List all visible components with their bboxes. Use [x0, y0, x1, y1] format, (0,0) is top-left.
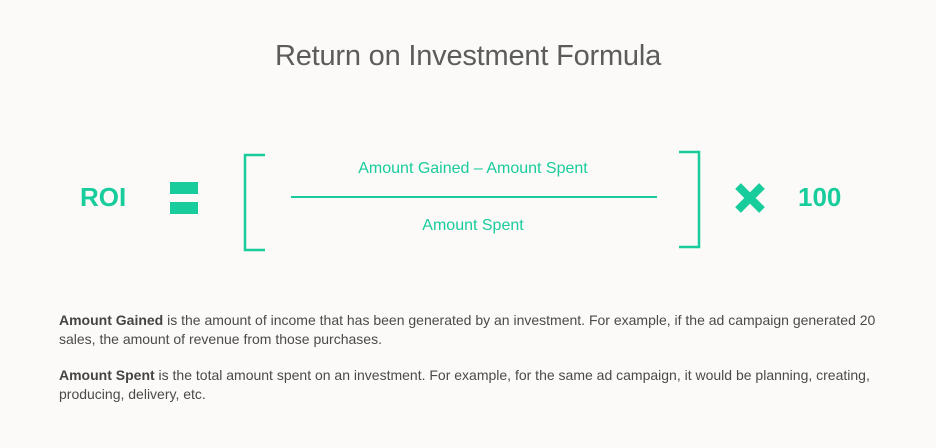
- definitions: Amount Gained is the amount of income th…: [59, 311, 879, 421]
- formula-brackets: [243, 150, 701, 252]
- roi-formula: ROI Amount Gained – Amount Spent Amount …: [0, 0, 936, 280]
- definition-text: is the total amount spent on an investme…: [59, 367, 870, 402]
- fraction-denominator: Amount Spent: [422, 217, 524, 234]
- multiplier-value: 100: [798, 182, 842, 212]
- fraction-numerator: Amount Gained – Amount Spent: [358, 160, 588, 177]
- left-bracket: [243, 153, 265, 252]
- definition-amount-spent: Amount Spent is the total amount spent o…: [59, 366, 879, 403]
- fraction-line: [291, 196, 657, 198]
- definition-term: Amount Spent: [59, 367, 155, 383]
- definition-amount-gained: Amount Gained is the amount of income th…: [59, 311, 879, 348]
- definition-term: Amount Gained: [59, 312, 164, 328]
- right-bracket: [679, 150, 701, 249]
- multiply-icon: [735, 183, 765, 213]
- definition-text: is the amount of income that has been ge…: [59, 312, 876, 347]
